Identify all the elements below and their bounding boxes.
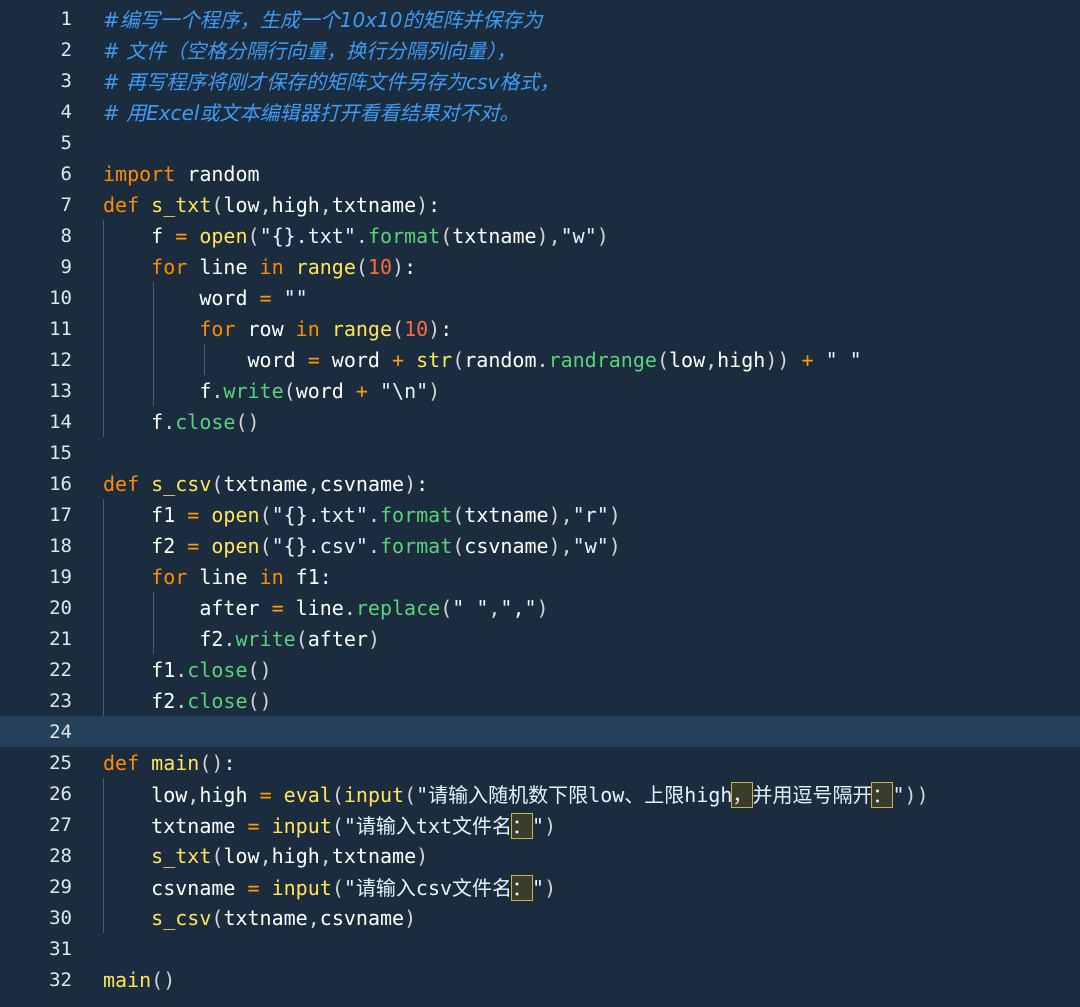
line-number: 7 xyxy=(60,193,72,216)
line-number: 27 xyxy=(49,813,72,836)
line-number: 28 xyxy=(49,844,72,867)
code-line[interactable]: 2 # 文件（空格分隔行向量，换行分隔列向量）， xyxy=(0,34,1080,65)
code-line[interactable]: 31 xyxy=(0,933,1080,964)
code-line[interactable]: 22 f1.close() xyxy=(0,654,1080,685)
line-number: 13 xyxy=(49,379,72,402)
line-number: 17 xyxy=(49,503,72,526)
line-number: 19 xyxy=(49,565,72,588)
code-line[interactable]: 14 f.close() xyxy=(0,406,1080,437)
line-number: 22 xyxy=(49,658,72,681)
line-number: 26 xyxy=(49,782,72,805)
code-text[interactable]: word = word + str(random.randrange(low,h… xyxy=(103,348,861,372)
code-line[interactable]: 7 def s_txt(low,high,txtname): xyxy=(0,189,1080,220)
code-line[interactable]: 3 # 再写程序将刚才保存的矩阵文件另存为csv格式， xyxy=(0,65,1080,96)
code-text[interactable]: for line in f1: xyxy=(103,565,332,589)
code-line[interactable]: 5 xyxy=(0,127,1080,158)
code-line[interactable]: 13 f.write(word + "\n") xyxy=(0,375,1080,406)
line-number: 2 xyxy=(60,38,72,61)
line-number: 32 xyxy=(49,968,72,991)
code-text[interactable]: f1 = open("{}.txt".format(txtname),"r") xyxy=(103,503,621,527)
code-text[interactable]: for row in range(10): xyxy=(103,317,452,341)
indent-guide xyxy=(103,220,104,437)
code-line[interactable]: 28 s_txt(low,high,txtname) xyxy=(0,840,1080,871)
code-line[interactable]: 29 csvname = input("请输入csv文件名：") xyxy=(0,871,1080,902)
code-text[interactable]: def s_txt(low,high,txtname): xyxy=(103,193,440,217)
code-text[interactable]: f2 = open("{}.csv".format(csvname),"w") xyxy=(103,534,621,558)
code-line[interactable]: 6 import random xyxy=(0,158,1080,189)
indent-guide xyxy=(153,282,154,406)
line-number: 18 xyxy=(49,534,72,557)
indent-guide xyxy=(103,778,104,933)
code-line[interactable]: 23 f2.close() xyxy=(0,685,1080,716)
line-number: 9 xyxy=(60,255,72,278)
code-text[interactable]: txtname = input("请输入txt文件名：") xyxy=(103,810,556,839)
code-text[interactable]: for line in range(10): xyxy=(103,255,416,279)
code-editor[interactable]: 1 #编写一个程序，生成一个10x10的矩阵并保存为 2 # 文件（空格分隔行向量，换… xyxy=(0,0,1080,1007)
code-line[interactable]: 19 for line in f1: xyxy=(0,561,1080,592)
indent-guide xyxy=(103,499,104,716)
code-text[interactable]: # 用Excel或文本编辑器打开看看结果对不对。 xyxy=(103,97,519,126)
line-number: 25 xyxy=(49,751,72,774)
line-number: 8 xyxy=(60,224,72,247)
line-number: 1 xyxy=(60,7,72,30)
line-number: 23 xyxy=(49,689,72,712)
code-line[interactable]: 11 for row in range(10): xyxy=(0,313,1080,344)
code-line[interactable]: 27 txtname = input("请输入txt文件名：") xyxy=(0,809,1080,840)
code-text[interactable]: low,high = eval(input("请输入随机数下限low、上限hig… xyxy=(103,779,929,808)
code-line[interactable]: 15 xyxy=(0,437,1080,468)
code-text[interactable]: f2.write(after) xyxy=(103,627,380,651)
code-line[interactable]: 12 word = word + str(random.randrange(lo… xyxy=(0,344,1080,375)
code-text[interactable]: f = open("{}.txt".format(txtname),"w") xyxy=(103,224,609,248)
line-number: 3 xyxy=(60,69,72,92)
code-line[interactable]: 16 def s_csv(txtname,csvname): xyxy=(0,468,1080,499)
code-text[interactable]: def main(): xyxy=(103,751,235,775)
line-number: 24 xyxy=(49,720,72,743)
indent-guide xyxy=(204,344,205,375)
line-number: 14 xyxy=(49,410,72,433)
line-number: 4 xyxy=(60,100,72,123)
code-line[interactable]: 30 s_csv(txtname,csvname) xyxy=(0,902,1080,933)
code-line[interactable]: 32 main() xyxy=(0,964,1080,995)
code-line[interactable]: 25 def main(): xyxy=(0,747,1080,778)
code-text[interactable]: f2.close() xyxy=(103,689,271,713)
code-text[interactable]: after = line.replace(" ",",") xyxy=(103,596,548,620)
code-line[interactable]: 9 for line in range(10): xyxy=(0,251,1080,282)
line-number: 5 xyxy=(60,131,72,154)
line-number: 15 xyxy=(49,441,72,464)
line-number: 31 xyxy=(49,937,72,960)
code-line[interactable]: 24 xyxy=(0,716,1080,747)
code-text[interactable]: word = "" xyxy=(103,286,307,310)
code-line[interactable]: 20 after = line.replace(" ",",") xyxy=(0,592,1080,623)
code-text[interactable]: def s_csv(txtname,csvname): xyxy=(103,472,428,496)
code-text[interactable]: main() xyxy=(103,968,175,992)
line-number: 11 xyxy=(49,317,72,340)
code-text[interactable]: #编写一个程序，生成一个10x10的矩阵并保存为 xyxy=(103,4,543,33)
code-text[interactable]: s_txt(low,high,txtname) xyxy=(103,844,428,868)
line-number: 21 xyxy=(49,627,72,650)
code-line[interactable]: 26 low,high = eval(input("请输入随机数下限low、上限… xyxy=(0,778,1080,809)
line-number: 30 xyxy=(49,906,72,929)
line-number: 6 xyxy=(60,162,72,185)
code-line[interactable]: 1 #编写一个程序，生成一个10x10的矩阵并保存为 xyxy=(0,3,1080,34)
line-number: 20 xyxy=(49,596,72,619)
code-line[interactable]: 10 word = "" xyxy=(0,282,1080,313)
code-text[interactable]: # 再写程序将刚才保存的矩阵文件另存为csv格式， xyxy=(103,66,559,95)
code-text[interactable]: import random xyxy=(103,162,260,186)
code-line[interactable]: 8 f = open("{}.txt".format(txtname),"w") xyxy=(0,220,1080,251)
line-number: 16 xyxy=(49,472,72,495)
code-text[interactable]: s_csv(txtname,csvname) xyxy=(103,906,416,930)
line-number: 29 xyxy=(49,875,72,898)
line-number: 10 xyxy=(49,286,72,309)
code-text[interactable]: csvname = input("请输入csv文件名：") xyxy=(103,872,556,901)
indent-guide xyxy=(153,592,154,654)
code-text[interactable]: f1.close() xyxy=(103,658,271,682)
code-line[interactable]: 17 f1 = open("{}.txt".format(txtname),"r… xyxy=(0,499,1080,530)
code-text[interactable]: f.close() xyxy=(103,410,259,434)
code-line[interactable]: 21 f2.write(after) xyxy=(0,623,1080,654)
code-line[interactable]: 4 # 用Excel或文本编辑器打开看看结果对不对。 xyxy=(0,96,1080,127)
code-line[interactable]: 18 f2 = open("{}.csv".format(csvname),"w… xyxy=(0,530,1080,561)
line-number: 12 xyxy=(49,348,72,371)
code-text[interactable]: # 文件（空格分隔行向量，换行分隔列向量）， xyxy=(103,35,516,64)
